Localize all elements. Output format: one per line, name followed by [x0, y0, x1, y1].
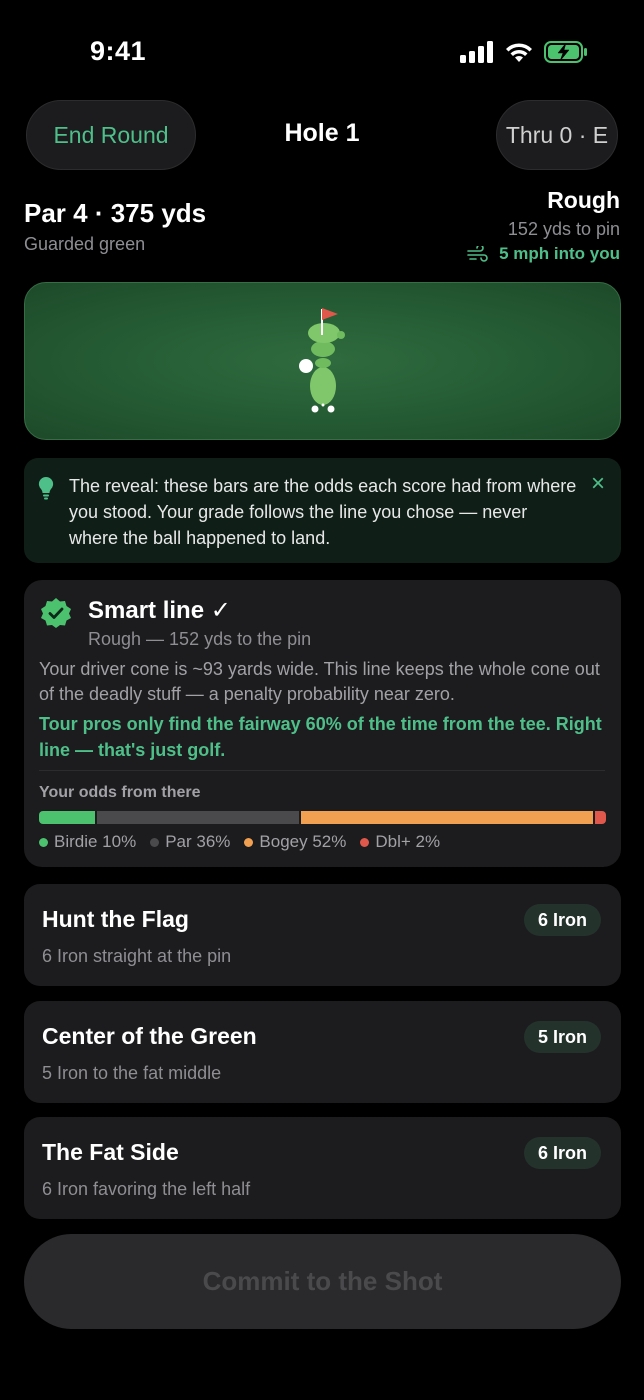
- green-shape: [308, 323, 340, 343]
- odds-bar: [39, 811, 606, 824]
- legend-dot-icon: [360, 837, 370, 847]
- legend-dot-icon: [244, 837, 254, 847]
- club-badge: 6 Iron: [523, 1137, 601, 1169]
- hole-diagram: [299, 308, 345, 413]
- option-title: Center of the Green: [42, 1023, 257, 1049]
- legend-dot-icon: [39, 837, 48, 847]
- club-badge: 6 Iron: [523, 904, 601, 936]
- odds-segment: [301, 811, 593, 824]
- verified-badge-icon: [41, 598, 71, 628]
- option-subtitle: 6 Iron favoring the left half: [42, 1179, 251, 1199]
- option-title: The Fat Side: [42, 1139, 179, 1165]
- status-time: 9:41: [90, 36, 147, 66]
- odds-legend: Birdie 10% Par 36% Bogey 52% Dbl+ 2%: [39, 832, 440, 852]
- tee-marker-left: [311, 405, 319, 413]
- legend-dot-icon: [150, 837, 160, 847]
- wind-label: 5 mph into you: [499, 244, 620, 263]
- option-subtitle: 5 Iron to the fat middle: [42, 1063, 222, 1083]
- smart-line-card: Smart line ✓ Rough — 152 yds to the pin …: [24, 580, 621, 867]
- reveal-tip: The reveal: these bars are the odds each…: [24, 458, 621, 563]
- divider: [39, 770, 605, 771]
- tee-marker-right: [327, 405, 335, 413]
- smart-line-subtitle: Rough — 152 yds to the pin: [88, 629, 312, 649]
- wind-icon: [467, 246, 488, 262]
- odds-title: Your odds from there: [39, 784, 201, 801]
- option-subtitle: 6 Iron straight at the pin: [42, 946, 232, 966]
- cellular-signal-icon: [460, 41, 493, 63]
- tour-pro-note: Tour pros only find the fairway 60% of t…: [39, 714, 602, 760]
- lightbulb-icon: [38, 476, 54, 500]
- score-progress-button[interactable]: Thru 0 · E: [496, 100, 618, 170]
- fairway-shape: [310, 367, 336, 405]
- odds-segment: [594, 811, 606, 824]
- option-card-center-of-green[interactable]: Center of the Green 5 Iron to the fat mi…: [24, 1001, 621, 1103]
- hole-feature: Guarded green: [24, 234, 146, 254]
- par-yardage: Par 4 · 375 yds: [24, 198, 207, 228]
- status-bar: 9:41: [0, 0, 644, 100]
- legend-label: Par 36%: [165, 832, 231, 851]
- legend-label: Dbl+ 2%: [375, 832, 441, 851]
- hole-map[interactable]: [24, 282, 621, 440]
- odds-legend-item: Bogey 52%: [244, 832, 346, 852]
- option-title: Hunt the Flag: [42, 906, 189, 932]
- odds-legend-item: Birdie 10%: [39, 832, 136, 852]
- ball-lie: Rough: [547, 187, 620, 213]
- close-icon[interactable]: ×: [591, 470, 605, 498]
- option-card-fat-side[interactable]: The Fat Side 6 Iron favoring the left ha…: [24, 1117, 621, 1219]
- odds-legend-item: Par 36%: [150, 832, 230, 852]
- status-icons: [460, 40, 588, 64]
- wifi-icon: [506, 43, 532, 62]
- flag-icon: [322, 308, 338, 320]
- wind-readout: 5 mph into you: [467, 244, 620, 264]
- legend-label: Bogey 52%: [259, 832, 347, 851]
- ball-position: [299, 359, 313, 373]
- commit-shot-button[interactable]: Commit to the Shot: [24, 1234, 621, 1329]
- tip-text: The reveal: these bars are the odds each…: [69, 476, 577, 548]
- smart-line-explanation: Your driver cone is ~93 yards wide. This…: [39, 659, 600, 704]
- battery-charging-icon: [544, 41, 587, 63]
- legend-label: Birdie 10%: [54, 832, 137, 851]
- distance-to-pin: 152 yds to pin: [507, 219, 620, 239]
- odds-legend-item: Dbl+ 2%: [360, 832, 440, 852]
- option-card-hunt-the-flag[interactable]: Hunt the Flag 6 Iron straight at the pin…: [24, 884, 621, 986]
- odds-segment: [97, 811, 300, 824]
- club-badge: 5 Iron: [523, 1021, 601, 1053]
- odds-segment: [39, 811, 96, 824]
- smart-line-title: Smart line ✓: [88, 597, 231, 624]
